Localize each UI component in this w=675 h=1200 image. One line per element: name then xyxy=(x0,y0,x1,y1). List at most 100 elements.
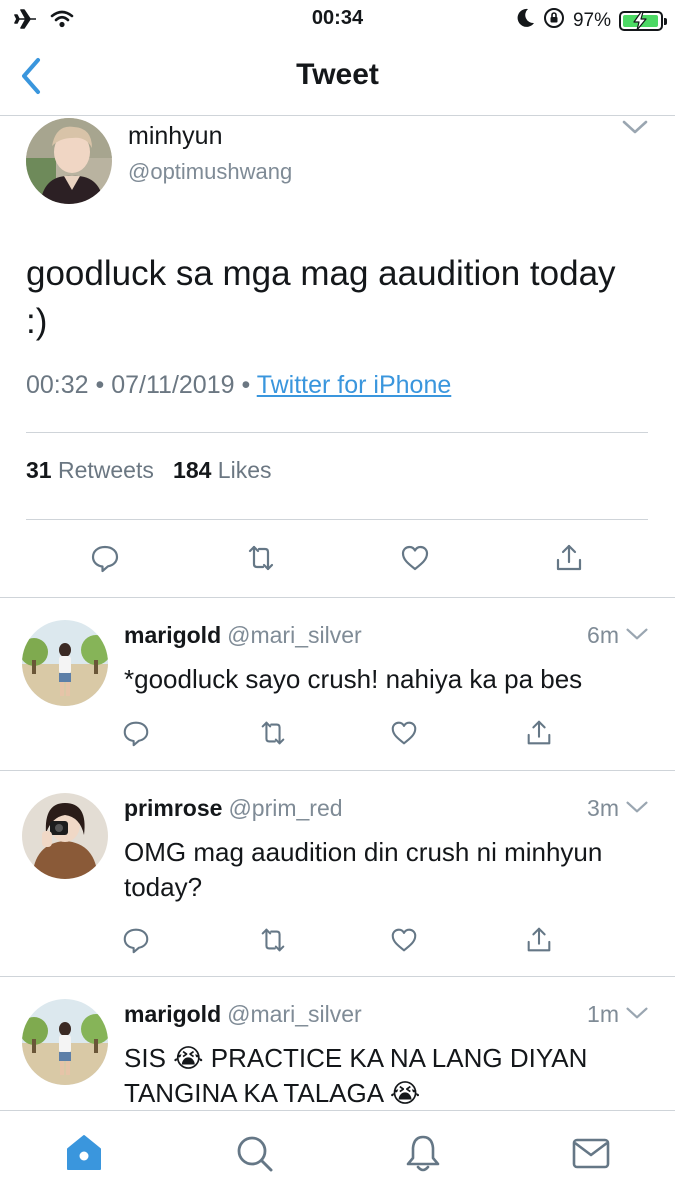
share-icon xyxy=(553,542,585,574)
share-button[interactable] xyxy=(524,718,554,748)
avatar[interactable] xyxy=(22,793,108,879)
author-name[interactable]: primrose xyxy=(124,795,222,821)
tweet-menu-button[interactable] xyxy=(625,799,649,820)
status-right: 97% xyxy=(517,7,667,35)
likes-label: Likes xyxy=(217,457,272,483)
share-button[interactable] xyxy=(524,925,554,955)
chevron-down-icon xyxy=(621,118,649,136)
nav-bar: Tweet xyxy=(0,38,675,116)
author-handle[interactable]: @prim_red xyxy=(228,795,342,821)
retweets-count: 31 xyxy=(26,457,52,483)
author-handle[interactable]: @optimushwang xyxy=(128,159,292,185)
tweet-stats: 31 Retweets 184 Likes xyxy=(26,457,272,484)
tab-bar xyxy=(0,1110,675,1200)
tweet-meta: 00:32 • 07/11/2019 • Twitter for iPhone xyxy=(26,371,451,400)
reply-icon xyxy=(121,718,151,748)
author-handle[interactable]: @mari_silver xyxy=(227,1001,362,1027)
reply-icon xyxy=(89,542,121,574)
author-name[interactable]: minhyun xyxy=(128,122,223,151)
like-icon xyxy=(389,718,419,748)
reply-tweet[interactable]: primrose @prim_red 3m OMG mag aaudition d… xyxy=(0,771,675,977)
tweet-menu-button[interactable] xyxy=(625,626,649,647)
retweet-icon xyxy=(245,542,277,574)
avatar-photo-marigold xyxy=(22,999,108,1085)
moon-icon xyxy=(517,8,535,34)
reply-actions xyxy=(0,718,675,750)
rotation-lock-icon xyxy=(543,7,565,35)
retweet-button[interactable] xyxy=(258,925,288,955)
tweet-source-link[interactable]: Twitter for iPhone xyxy=(257,371,452,399)
reply-text-line: TANGINA KA TALAGA 😭 xyxy=(124,1078,421,1108)
meta-separator: • xyxy=(95,371,105,399)
reply-header: primrose @prim_red xyxy=(124,795,343,822)
reply-time: 3m xyxy=(587,795,619,821)
tab-messages[interactable] xyxy=(571,1133,611,1173)
reply-header: marigold @mari_silver xyxy=(124,622,362,649)
battery-cap xyxy=(664,18,667,25)
divider xyxy=(26,432,648,433)
reply-text: OMG mag aaudition din crush ni minhyun t… xyxy=(124,837,603,902)
tab-home[interactable] xyxy=(64,1133,104,1173)
retweet-icon xyxy=(258,925,288,955)
retweet-button[interactable] xyxy=(245,542,277,574)
avatar-photo-marigold xyxy=(22,620,108,706)
reply-tweet[interactable]: marigold @mari_silver 1m SIS 😭 PRACTICE K… xyxy=(0,977,675,1110)
avatar[interactable] xyxy=(22,620,108,706)
like-icon xyxy=(389,925,419,955)
reply-text: *goodluck sayo crush! nahiya ka pa bes xyxy=(124,664,583,694)
like-icon xyxy=(399,542,431,574)
chevron-down-icon xyxy=(625,1005,649,1021)
likes-stat[interactable]: 184 Likes xyxy=(173,457,271,483)
avatar-photo-minhyun xyxy=(26,118,112,204)
notifications-icon xyxy=(406,1135,440,1172)
like-button[interactable] xyxy=(399,542,431,574)
battery-percent: 97% xyxy=(572,10,611,31)
author-handle[interactable]: @mari_silver xyxy=(227,622,362,648)
share-icon xyxy=(524,718,554,748)
home-icon xyxy=(67,1135,101,1170)
tab-notifications[interactable] xyxy=(403,1133,443,1173)
tweet-menu-button[interactable] xyxy=(625,1005,649,1026)
reply-button[interactable] xyxy=(121,718,151,748)
retweet-icon xyxy=(258,718,288,748)
reply-text-line: SIS 😭 PRACTICE KA NA LANG DIYAN xyxy=(124,1043,588,1073)
reply-text: SIS 😭 PRACTICE KA NA LANG DIYAN TANGINA … xyxy=(124,1041,664,1110)
reply-button[interactable] xyxy=(121,925,151,955)
main-tweet: minhyun @optimushwang goodluck sa mga ma… xyxy=(0,116,675,598)
reply-time: 6m xyxy=(587,622,619,648)
chevron-down-icon xyxy=(625,799,649,815)
author-name[interactable]: marigold xyxy=(124,622,221,648)
tweet-text: goodluck sa mga mag aaudition today :) xyxy=(26,254,616,341)
reply-time: 1m xyxy=(587,1001,619,1027)
messages-icon xyxy=(572,1138,610,1169)
reply-button[interactable] xyxy=(89,542,121,574)
status-bar: 00:34 97% xyxy=(0,0,675,38)
charging-bolt-icon xyxy=(633,12,647,30)
search-icon xyxy=(237,1136,273,1172)
avatar[interactable] xyxy=(26,118,112,204)
meta-separator: • xyxy=(241,371,251,399)
share-icon xyxy=(524,925,554,955)
page-title: Tweet xyxy=(296,58,379,91)
avatar[interactable] xyxy=(22,999,108,1085)
tweet-menu-button[interactable] xyxy=(621,118,649,141)
reply-tweet[interactable]: marigold @mari_silver 6m *goodluck sayo c… xyxy=(0,598,675,771)
likes-count: 184 xyxy=(173,457,212,483)
chevron-down-icon xyxy=(625,626,649,642)
like-button[interactable] xyxy=(389,718,419,748)
tweet-time: 00:32 xyxy=(26,371,89,399)
reply-actions xyxy=(0,925,675,957)
reply-header: marigold @mari_silver xyxy=(124,1001,362,1028)
retweets-label: Retweets xyxy=(57,457,154,483)
tweet-actions xyxy=(0,542,675,582)
like-button[interactable] xyxy=(389,925,419,955)
reply-icon xyxy=(121,925,151,955)
battery-icon xyxy=(619,11,667,31)
author-name[interactable]: marigold xyxy=(124,1001,221,1027)
retweet-button[interactable] xyxy=(258,718,288,748)
avatar-photo-primrose xyxy=(22,793,108,879)
tab-search[interactable] xyxy=(234,1133,274,1173)
retweets-stat[interactable]: 31 Retweets xyxy=(26,457,154,483)
share-button[interactable] xyxy=(553,542,585,574)
tweet-date: 07/11/2019 xyxy=(111,371,235,399)
